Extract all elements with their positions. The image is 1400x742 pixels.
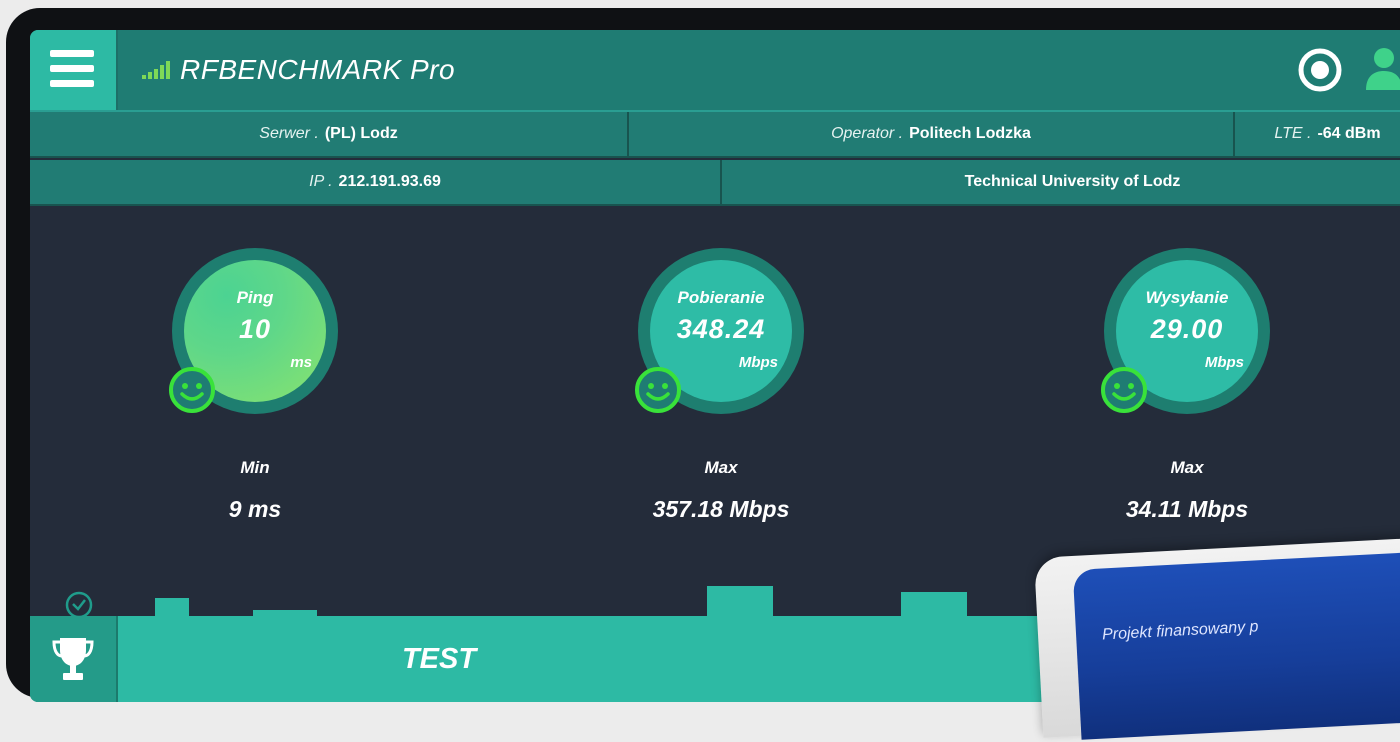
smiley-icon: [635, 367, 681, 413]
trophy-button[interactable]: [30, 616, 118, 702]
download-stat-label: Max: [704, 458, 738, 477]
download-gauge: Pobieranie 348.24 Mbps: [635, 248, 804, 414]
gauge-value: 29.00: [1150, 314, 1224, 344]
gauge-value: 10: [238, 314, 272, 344]
history-bar: [901, 592, 967, 616]
gauge-value: 348.24: [676, 314, 766, 344]
gauge-label: Wysyłanie: [1145, 288, 1229, 307]
isp-cell: Technical University of Lodz: [722, 160, 1400, 206]
user-icon[interactable]: [1364, 46, 1400, 92]
operator-label: Operator .: [831, 125, 904, 142]
network-value: -64 dBm: [1317, 125, 1381, 142]
gauge-unit: ms: [290, 354, 312, 371]
history-bar: [155, 598, 189, 616]
smiley-icon: [169, 367, 215, 413]
info-row-ip: IP . 212.191.93.69 Technical University …: [30, 160, 1400, 206]
hamburger-bar-icon: [50, 65, 94, 72]
ip-label: IP .: [309, 173, 333, 190]
ping-gauge: Ping 10 ms: [169, 248, 338, 414]
menu-button[interactable]: [30, 30, 118, 110]
target-icon[interactable]: [1298, 48, 1342, 92]
overlay-card-panel: Projekt finansowany p: [1072, 549, 1400, 740]
download-stat-value: 357.18 Mbps: [652, 496, 790, 522]
operator-value: Politech Lodzka: [909, 125, 1031, 142]
server-cell: Serwer . (PL) Lodz: [30, 112, 629, 158]
operator-cell: Operator . Politech Lodzka: [629, 112, 1235, 158]
gauge-unit: Mbps: [1204, 354, 1244, 371]
gauge-label: Pobieranie: [677, 288, 765, 307]
gauge-label: Ping: [236, 288, 274, 307]
smiley-icon: [1101, 367, 1147, 413]
upload-stat-value: 34.11 Mbps: [1125, 496, 1249, 522]
ip-cell: IP . 212.191.93.69: [30, 160, 722, 206]
ping-stat-label: Min: [240, 458, 270, 477]
network-cell: LTE . -64 dBm: [1235, 112, 1400, 158]
test-button-label: TEST: [401, 642, 477, 675]
hamburger-bar-icon: [50, 50, 94, 57]
app-title: RFBENCHMARK Pro: [180, 54, 456, 85]
ping-stat-value: 9 ms: [228, 496, 282, 522]
app-title-area: RFBENCHMARK Pro: [142, 30, 455, 110]
history-bar: [707, 586, 773, 616]
server-label: Serwer .: [259, 125, 319, 142]
trophy-icon: [52, 638, 94, 680]
app-header: RFBENCHMARK Pro: [30, 30, 1400, 112]
overlay-card-text: Projekt finansowany p: [1101, 618, 1259, 644]
signal-bars-icon: [142, 61, 170, 79]
upload-gauge: Wysyłanie 29.00 Mbps: [1101, 248, 1270, 414]
isp-value: Technical University of Lodz: [964, 173, 1181, 190]
server-value: (PL) Lodz: [324, 125, 398, 142]
network-label: LTE .: [1274, 125, 1312, 142]
ip-value: 212.191.93.69: [338, 173, 441, 190]
gauge-unit: Mbps: [738, 354, 778, 371]
info-row-server: Serwer . (PL) Lodz Operator . Politech L…: [30, 112, 1400, 158]
overlay-card: Projekt finansowany p: [1034, 536, 1400, 740]
hamburger-bar-icon: [50, 80, 94, 87]
upload-stat-label: Max: [1170, 458, 1204, 477]
